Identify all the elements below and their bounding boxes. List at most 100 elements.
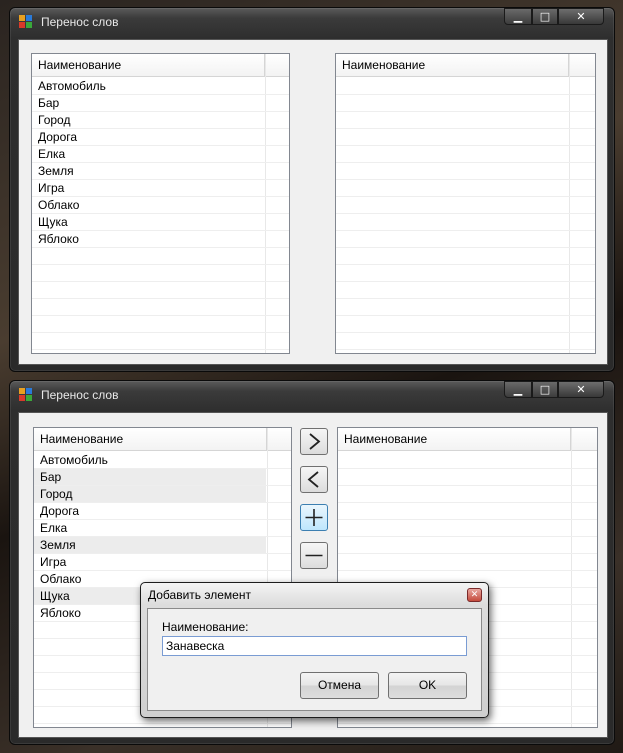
list-item-label: Дорога: [38, 130, 78, 144]
empty-row: [338, 503, 597, 520]
list-item[interactable]: Бар: [34, 469, 291, 486]
list-item-label: Облако: [38, 198, 80, 212]
column-header-name[interactable]: Наименование: [338, 428, 571, 450]
list-item[interactable]: Дорога: [32, 129, 289, 146]
window-title: Перенос слов: [41, 15, 119, 29]
list-item[interactable]: Яблоко: [32, 231, 289, 248]
empty-row: [336, 163, 595, 180]
dialog-close-button[interactable]: ✕: [467, 588, 482, 602]
list-item-label: Автомобиль: [40, 453, 108, 467]
dialog-client: Наименование: Занавеска Отмена OK: [147, 608, 482, 711]
maximize-button[interactable]: □: [532, 381, 558, 398]
empty-row: [338, 520, 597, 537]
list-item[interactable]: Дорога: [34, 503, 291, 520]
right-listview[interactable]: Наименование: [335, 53, 596, 354]
right-list-header[interactable]: Наименование: [338, 428, 597, 451]
left-list-header[interactable]: Наименование: [34, 428, 291, 451]
left-list-header[interactable]: Наименование: [32, 54, 289, 77]
minimize-button[interactable]: ▁: [504, 8, 532, 25]
list-item-label: Яблоко: [40, 606, 81, 620]
empty-row: [336, 95, 595, 112]
list-item[interactable]: Земля: [34, 537, 291, 554]
minimize-icon: ▁: [513, 10, 523, 23]
chevron-right-icon: [309, 433, 321, 450]
move-right-button[interactable]: [300, 428, 328, 455]
close-icon: ✕: [576, 10, 586, 23]
maximize-icon: □: [539, 383, 551, 396]
empty-row: [338, 452, 597, 469]
list-item[interactable]: Игра: [32, 180, 289, 197]
empty-row: [336, 316, 595, 333]
maximize-icon: □: [539, 10, 551, 23]
row-highlight: [34, 469, 266, 485]
empty-row: [338, 469, 597, 486]
list-item[interactable]: Елка: [34, 520, 291, 537]
left-listview[interactable]: Наименование Автомобиль Бар Город Дорога Елк…: [31, 53, 290, 354]
column-header-name[interactable]: Наименование: [336, 54, 569, 76]
close-button[interactable]: ✕: [558, 8, 604, 25]
list-item[interactable]: Елка: [32, 146, 289, 163]
close-button[interactable]: ✕: [558, 381, 604, 398]
ok-button[interactable]: OK: [388, 672, 467, 699]
empty-row: [336, 299, 595, 316]
column-header-name[interactable]: Наименование: [34, 428, 267, 450]
empty-row: [336, 231, 595, 248]
empty-row: [32, 265, 289, 282]
add-element-dialog: Добавить элемент ✕ Наименование: Занавес…: [140, 582, 489, 718]
window-title: Перенос слов: [41, 388, 119, 402]
maximize-button[interactable]: □: [532, 8, 558, 25]
app-icon: [19, 388, 33, 402]
list-item[interactable]: Облако: [32, 197, 289, 214]
list-item[interactable]: Игра: [34, 554, 291, 571]
list-item-label: Земля: [38, 164, 74, 178]
list-item[interactable]: Щука: [32, 214, 289, 231]
empty-row: [336, 214, 595, 231]
empty-row: [32, 282, 289, 299]
window-top: Перенос слов ▁ □ ✕ Наименование Автомоби…: [9, 7, 615, 372]
minus-icon: [305, 554, 323, 557]
empty-row: [338, 554, 597, 571]
empty-row: [336, 248, 595, 265]
dialog-title: Добавить элемент: [148, 588, 251, 602]
list-item-label: Земля: [40, 538, 76, 552]
name-label: Наименование:: [162, 620, 249, 634]
list-item-label: Щука: [40, 589, 70, 603]
plus-icon: [305, 509, 323, 526]
column-header-name[interactable]: Наименование: [32, 54, 265, 76]
empty-row: [32, 333, 289, 350]
cancel-button[interactable]: Отмена: [300, 672, 379, 699]
empty-row: [336, 197, 595, 214]
window-bottom-titlebar[interactable]: Перенос слов ▁ □ ✕: [10, 381, 614, 409]
move-left-button[interactable]: [300, 466, 328, 493]
right-list-header[interactable]: Наименование: [336, 54, 595, 77]
list-item-label: Город: [38, 113, 71, 127]
list-item[interactable]: Город: [34, 486, 291, 503]
app-icon: [19, 15, 33, 29]
chevron-left-icon: [307, 471, 319, 488]
close-icon: ✕: [576, 383, 586, 396]
list-item[interactable]: Бар: [32, 95, 289, 112]
list-item-label: Бар: [38, 96, 60, 110]
list-item-label: Бар: [40, 470, 62, 484]
list-item-label: Щука: [38, 215, 68, 229]
empty-row: [336, 129, 595, 146]
minimize-button[interactable]: ▁: [504, 381, 532, 398]
empty-row: [32, 248, 289, 265]
list-item-label: Игра: [40, 555, 67, 569]
list-item[interactable]: Автомобиль: [34, 452, 291, 469]
list-item[interactable]: Город: [32, 112, 289, 129]
list-item-label: Дорога: [40, 504, 80, 518]
list-item[interactable]: Автомобиль: [32, 78, 289, 95]
list-item-label: Игра: [38, 181, 65, 195]
list-item-label: Автомобиль: [38, 79, 106, 93]
list-item[interactable]: Земля: [32, 163, 289, 180]
name-input[interactable]: Занавеска: [162, 636, 467, 656]
list-item-label: Облако: [40, 572, 82, 586]
add-button[interactable]: [300, 504, 328, 531]
empty-row: [336, 146, 595, 163]
window-top-titlebar[interactable]: Перенос слов ▁ □ ✕: [10, 8, 614, 36]
list-item-label: Яблоко: [38, 232, 79, 246]
remove-button[interactable]: [300, 542, 328, 569]
list-item-label: Елка: [40, 521, 68, 535]
empty-row: [336, 180, 595, 197]
